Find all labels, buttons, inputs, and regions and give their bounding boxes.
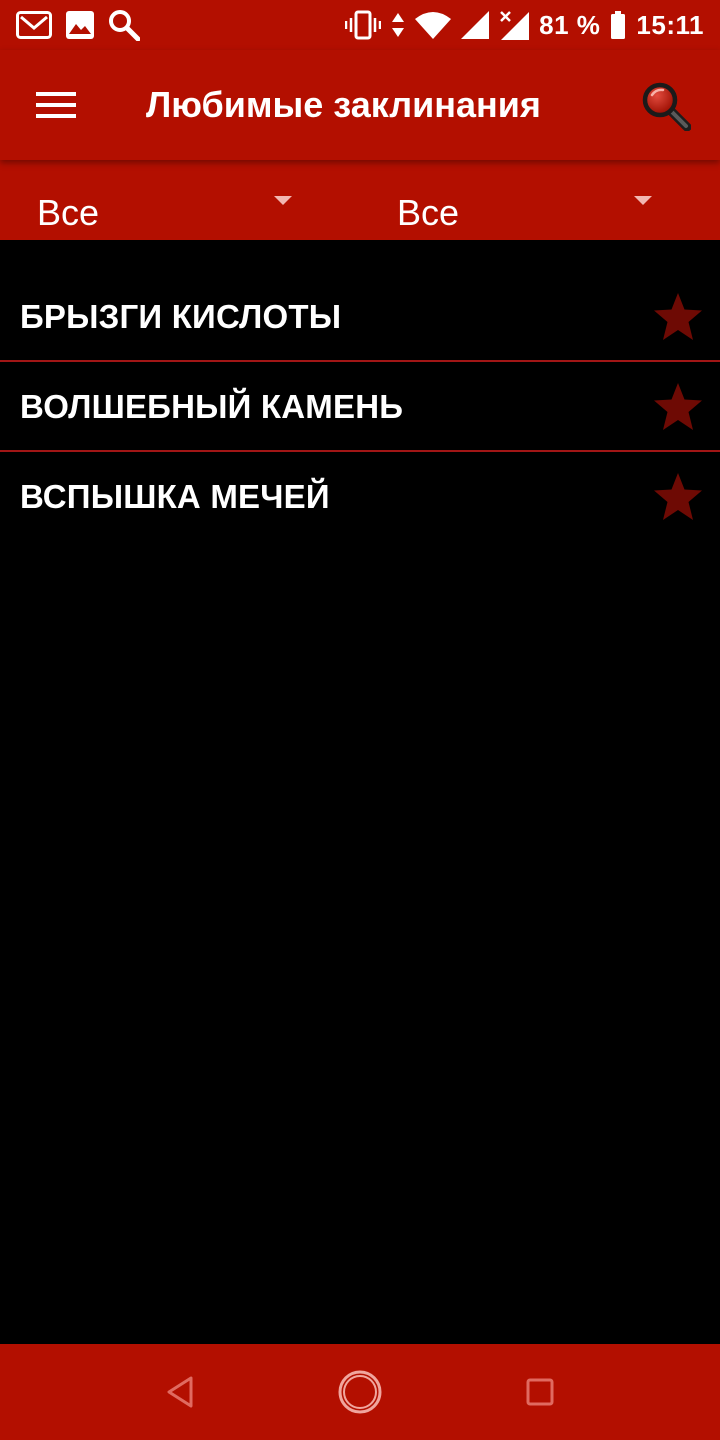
back-button[interactable] [120,1344,240,1440]
search-icon [108,9,140,41]
filter-value: Все [37,192,100,233]
hamburger-menu-icon [36,91,76,119]
spell-name: ВОЛШЕБНЫЙ КАМЕНЬ [20,388,404,425]
status-right-icons: 81 % 15:11 [345,0,704,50]
clock: 15:11 [636,9,704,40]
app-bar: Любимые заклинания [0,50,720,160]
favorite-star-button[interactable] [650,469,706,525]
system-nav-bar [0,1344,720,1440]
vibrate-icon [345,10,382,40]
menu-button[interactable] [24,78,88,132]
home-icon [338,1370,382,1414]
search-icon [641,81,691,131]
status-left-icons [16,0,140,50]
favorite-star-button[interactable] [650,289,706,345]
spell-list: БРЫЗГИ КИСЛОТЫ ВОЛШЕБНЫЙ КАМЕНЬ ВСПЫШКА … [0,272,720,542]
recents-icon [526,1378,554,1406]
spell-name: БРЫЗГИ КИСЛОТЫ [20,298,342,335]
dropdown-arrow-icon [634,196,652,205]
signal-no-service-icon [499,10,530,40]
battery-percent: 81 % [539,9,601,40]
list-item[interactable]: БРЫЗГИ КИСЛОТЫ [0,272,720,362]
wifi-icon [415,11,452,39]
spell-name: ВСПЫШКА МЕЧЕЙ [20,478,330,515]
battery-icon [610,11,626,39]
home-button[interactable] [300,1344,420,1440]
dropdown-arrow-icon [274,196,292,205]
filter-dropdown-2[interactable]: Все [360,160,680,240]
status-bar: 81 % 15:11 [0,0,720,50]
list-item[interactable]: ВОЛШЕБНЫЙ КАМЕНЬ [0,362,720,452]
gallery-icon [66,11,94,39]
filter-value: Все [397,192,460,233]
back-icon [167,1376,193,1408]
favorite-star-button[interactable] [650,379,706,435]
search-button[interactable] [634,76,698,136]
filter-dropdown-1[interactable]: Все [0,160,320,240]
star-icon [654,293,702,340]
page-title: Любимые заклинания [146,84,541,125]
star-icon [654,473,702,520]
list-item[interactable]: ВСПЫШКА МЕЧЕЙ [0,452,720,542]
data-arrows-icon [391,11,405,39]
signal-icon [461,11,490,39]
app-screen: 81 % 15:11 Любимые заклинания Все Все БР… [0,0,720,1440]
gmail-icon [16,11,52,39]
filter-bar: Все Все [0,160,720,240]
recents-button[interactable] [480,1344,600,1440]
star-icon [654,383,702,430]
